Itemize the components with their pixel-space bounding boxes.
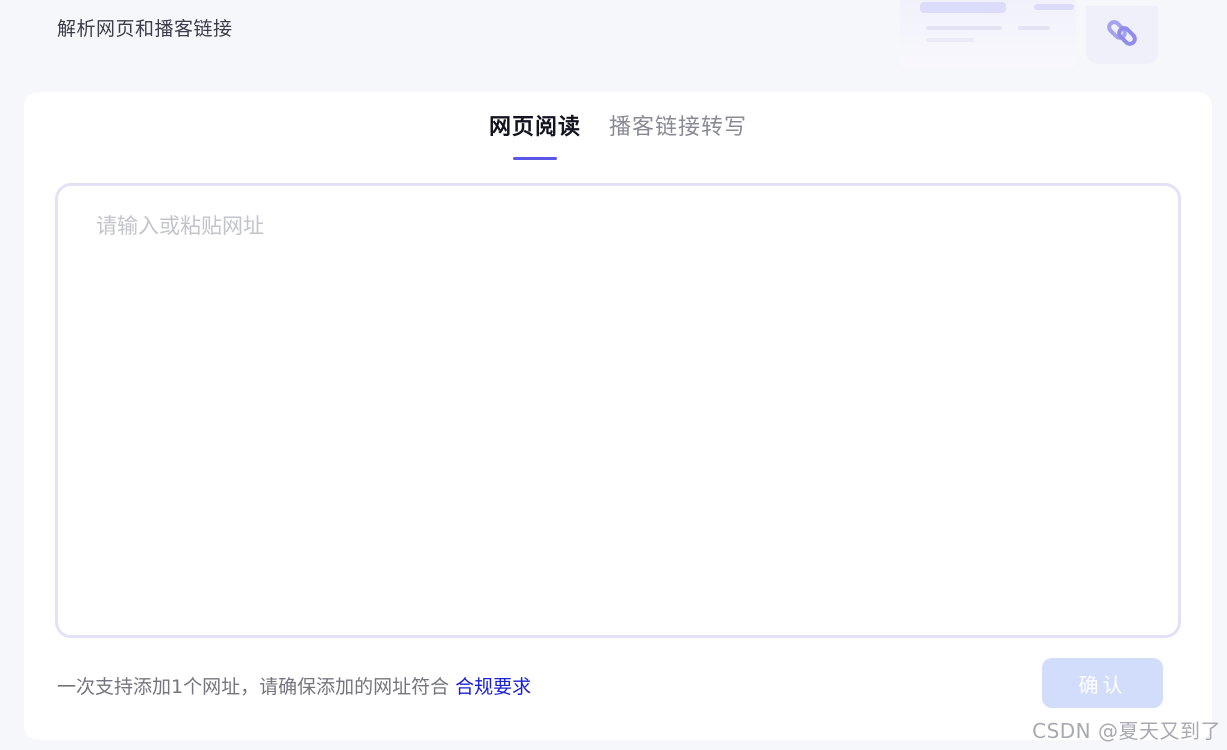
confirm-button[interactable]: 确认	[1042, 658, 1163, 708]
tab-bar: 网页阅读 播客链接转写	[24, 114, 1212, 164]
footer-note: 一次支持添加1个网址，请确保添加的网址符合 合规要求	[57, 672, 531, 699]
link-icon	[1105, 16, 1139, 54]
illustration-tile	[1086, 6, 1158, 64]
header-subtitle: 解析网页和播客链接	[57, 18, 233, 40]
illustration-line	[926, 26, 1002, 30]
tab-web-reading[interactable]: 网页阅读	[489, 114, 581, 160]
watermark: CSDN @夏天又到了	[1032, 719, 1221, 743]
url-input[interactable]	[58, 186, 1178, 635]
tab-label: 播客链接转写	[609, 115, 748, 140]
decorative-illustration	[898, 0, 1160, 74]
main-card: 网页阅读 播客链接转写 一次支持添加1个网址，请确保添加的网址符合 合规要求 确…	[24, 92, 1212, 740]
url-input-container	[55, 183, 1181, 638]
page: 解析网页和播客链接 网页阅读 播客链接转写 请输入或粘贴网址 一次支持添加1个网…	[0, 0, 1227, 750]
footer-note-text: 一次支持添加1个网址，请确保添加的网址符合	[57, 676, 456, 698]
tab-podcast-transcription[interactable]: 播客链接转写	[609, 114, 747, 160]
illustration-line	[926, 38, 974, 42]
tab-active-indicator	[512, 157, 557, 160]
illustration-pill	[920, 2, 1006, 13]
illustration-pill	[1034, 4, 1074, 10]
tab-label: 网页阅读	[488, 115, 581, 140]
illustration-line	[1018, 26, 1050, 30]
compliance-link[interactable]: 合规要求	[455, 676, 531, 698]
illustration-card	[900, 0, 1076, 70]
